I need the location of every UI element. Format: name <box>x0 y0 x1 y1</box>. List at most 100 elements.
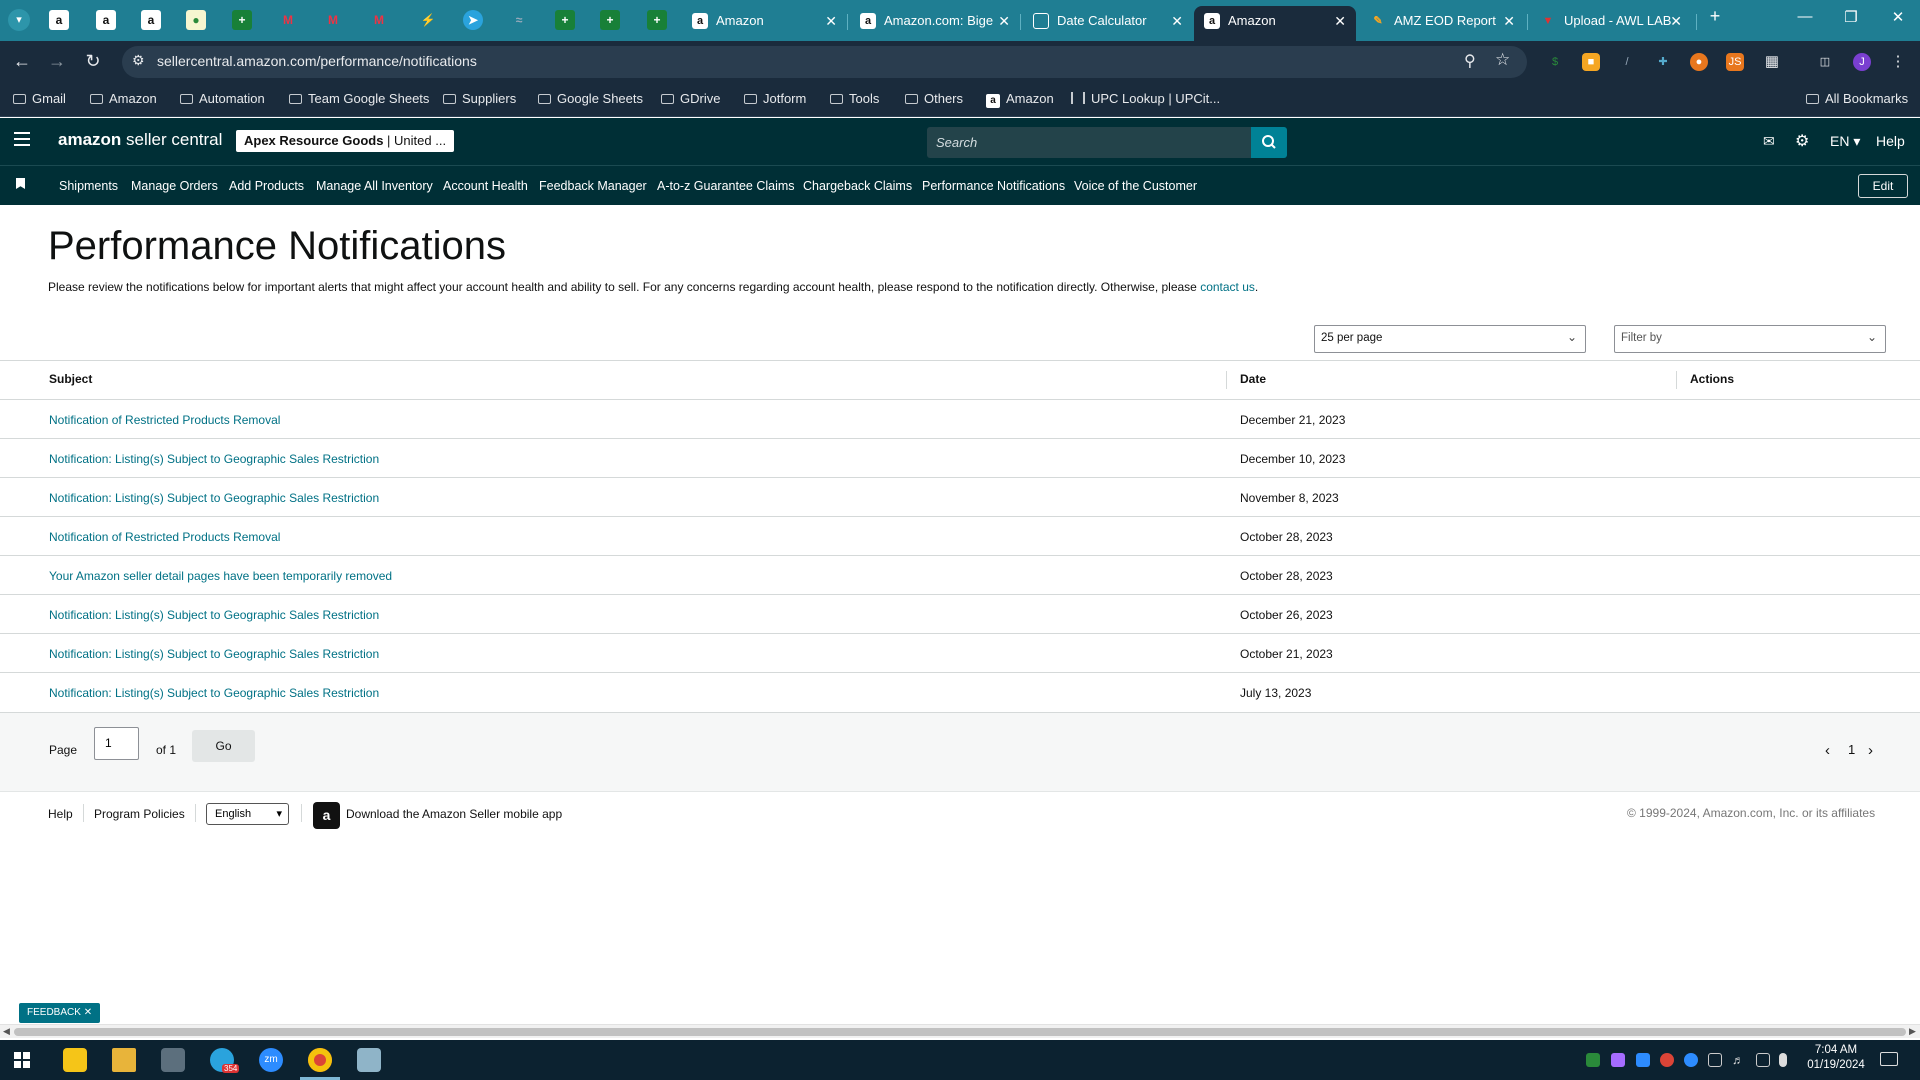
close-icon[interactable]: ✕ <box>1503 6 1515 36</box>
close-icon[interactable]: ✕ <box>84 1007 92 1018</box>
bookmark-folder[interactable]: Amazon <box>90 91 157 106</box>
bookmark-folder[interactable]: Automation <box>180 91 265 106</box>
sticky-notes-icon[interactable] <box>63 1048 87 1072</box>
side-panel-icon[interactable]: ◫ <box>1816 53 1834 71</box>
extension-icon[interactable]: / <box>1618 53 1636 71</box>
mail-icon[interactable]: ✉ <box>1763 133 1775 150</box>
notification-subject-link[interactable]: Notification of Restricted Products Remo… <box>49 530 280 544</box>
extensions-puzzle-icon[interactable]: ▦ <box>1763 53 1781 71</box>
footer-language-select[interactable]: English ▾ <box>206 803 289 825</box>
close-icon[interactable]: ✕ <box>825 6 837 36</box>
current-page-number[interactable]: 1 <box>1848 742 1855 757</box>
edit-nav-button[interactable]: Edit <box>1858 174 1908 198</box>
nav-a-to-z-claims[interactable]: A-to-z Guarantee Claims <box>657 179 795 193</box>
nav-performance-notifications[interactable]: Performance Notifications <box>922 179 1065 193</box>
bookmark-link[interactable]: UPC Lookup | UPCit... <box>1071 91 1220 106</box>
bookmark-folder[interactable]: Suppliers <box>443 91 516 106</box>
close-icon[interactable]: ✕ <box>1334 6 1346 36</box>
pinned-tab-amazon-icon[interactable]: a <box>96 10 116 30</box>
new-tab-button[interactable]: + <box>1695 6 1735 27</box>
footer-program-policies-link[interactable]: Program Policies <box>94 807 185 821</box>
nav-manage-orders[interactable]: Manage Orders <box>131 179 218 193</box>
pinned-tab-amazon-icon[interactable]: a <box>49 10 69 30</box>
bookmark-folder[interactable]: Tools <box>830 91 879 106</box>
windows-start-icon[interactable] <box>14 1052 30 1068</box>
calculator-icon[interactable] <box>161 1048 185 1072</box>
bookmark-folder[interactable]: GDrive <box>661 91 720 106</box>
zoom-app-icon[interactable]: zm <box>259 1048 283 1072</box>
nav-chargeback-claims[interactable]: Chargeback Claims <box>803 179 912 193</box>
feedback-button[interactable]: FEEDBACK ✕ <box>19 1003 101 1023</box>
pinned-tab-gmail-icon[interactable]: M <box>369 10 389 30</box>
nav-manage-inventory[interactable]: Manage All Inventory <box>316 179 433 193</box>
volume-icon[interactable]: ♬ <box>1732 1053 1746 1067</box>
language-selector[interactable]: EN ▾ <box>1830 133 1860 150</box>
column-header-date[interactable]: Date <box>1240 372 1266 386</box>
bookmark-folder[interactable]: Team Google Sheets <box>289 91 429 106</box>
extension-icon[interactable]: JS <box>1726 53 1744 71</box>
nav-shipments[interactable]: Shipments <box>59 179 118 193</box>
notifications-center-icon[interactable] <box>1880 1052 1898 1066</box>
pinned-tab-gmail-icon[interactable]: M <box>323 10 343 30</box>
pinned-tab-messenger-icon[interactable]: ⚡ <box>418 10 438 30</box>
site-info-icon[interactable]: ⚙ <box>132 52 145 69</box>
bluetooth-icon[interactable] <box>1636 1053 1650 1067</box>
notification-subject-link[interactable]: Notification of Restricted Products Remo… <box>49 413 280 427</box>
download-app-link[interactable]: Download the Amazon Seller mobile app <box>346 807 562 821</box>
notification-subject-link[interactable]: Notification: Listing(s) Subject to Geog… <box>49 608 379 622</box>
pinned-tab-sheets-icon[interactable]: + <box>600 10 620 30</box>
seller-app-icon[interactable]: a <box>313 802 340 829</box>
pinned-tab-amazon-icon[interactable]: a <box>141 10 161 30</box>
tray-icon[interactable] <box>1586 1053 1600 1067</box>
filter-select[interactable]: Filter by ⌄ <box>1614 325 1886 353</box>
bookmark-link[interactable]: a Amazon <box>986 91 1054 108</box>
seller-central-logo[interactable]: amazon seller central <box>58 130 222 150</box>
extension-icon[interactable]: $ <box>1546 53 1564 71</box>
zoom-icon[interactable]: ⚲ <box>1464 51 1476 71</box>
extension-icon[interactable]: ■ <box>1582 53 1600 71</box>
notification-subject-link[interactable]: Notification: Listing(s) Subject to Geog… <box>49 686 379 700</box>
file-explorer-icon[interactable] <box>112 1048 136 1072</box>
browser-tab[interactable]: a Amazon.com: Bige ✕ <box>850 6 1020 41</box>
reload-icon[interactable]: ↻ <box>81 51 105 72</box>
close-icon[interactable]: ✕ <box>998 6 1010 36</box>
pinned-tab-sheets-icon[interactable]: + <box>555 10 575 30</box>
profile-avatar[interactable]: J <box>1853 53 1871 71</box>
bookmark-folder[interactable]: Google Sheets <box>538 91 643 106</box>
notification-subject-link[interactable]: Notification: Listing(s) Subject to Geog… <box>49 491 379 505</box>
horizontal-scrollbar[interactable]: ◀ ▶ <box>0 1024 1920 1038</box>
all-bookmarks[interactable]: All Bookmarks <box>1806 91 1908 106</box>
pinned-tab-sheets-icon[interactable]: + <box>232 10 252 30</box>
browser-tab[interactable]: a Amazon ✕ <box>682 6 847 41</box>
prev-page-icon[interactable]: ‹ <box>1825 742 1830 759</box>
tray-icon[interactable] <box>1660 1053 1674 1067</box>
zoom-tray-icon[interactable] <box>1684 1053 1698 1067</box>
per-page-select[interactable]: 25 per page ⌄ <box>1314 325 1586 353</box>
contact-us-link[interactable]: contact us <box>1200 280 1255 294</box>
minimize-icon[interactable]: — <box>1785 8 1825 25</box>
nav-feedback-manager[interactable]: Feedback Manager <box>539 179 647 193</box>
extension-icon[interactable]: ✚ <box>1654 53 1672 71</box>
bookmark-icon[interactable] <box>16 178 25 189</box>
go-button[interactable]: Go <box>192 730 255 762</box>
bookmark-folder[interactable]: Gmail <box>13 91 66 106</box>
scroll-right-icon[interactable]: ▶ <box>1909 1026 1916 1037</box>
url-text[interactable]: sellercentral.amazon.com/performance/not… <box>157 53 477 69</box>
page-number-input[interactable]: 1 <box>94 727 139 760</box>
notification-subject-link[interactable]: Notification: Listing(s) Subject to Geog… <box>49 647 379 661</box>
chrome-icon[interactable] <box>308 1048 332 1072</box>
close-icon[interactable]: ✕ <box>1670 6 1682 36</box>
pinned-tab-gmail-icon[interactable]: M <box>278 10 298 30</box>
microphone-icon[interactable] <box>1779 1053 1787 1067</box>
browser-tab[interactable]: Date Calculator ✕ <box>1023 6 1193 41</box>
battery-icon[interactable] <box>1708 1053 1722 1067</box>
extension-icon[interactable]: ● <box>1690 53 1708 71</box>
settings-gear-icon[interactable]: ⚙ <box>1795 131 1809 151</box>
column-header-subject[interactable]: Subject <box>49 372 92 386</box>
back-icon[interactable]: ← <box>10 51 34 72</box>
store-selector[interactable]: Apex Resource Goods | United ... <box>236 130 455 152</box>
chrome-menu-icon[interactable]: ⋮ <box>1889 53 1907 71</box>
nav-add-products[interactable]: Add Products <box>229 179 304 193</box>
browser-tab-active[interactable]: a Amazon ✕ <box>1194 6 1356 41</box>
pinned-tab-sheets-icon[interactable]: + <box>647 10 667 30</box>
